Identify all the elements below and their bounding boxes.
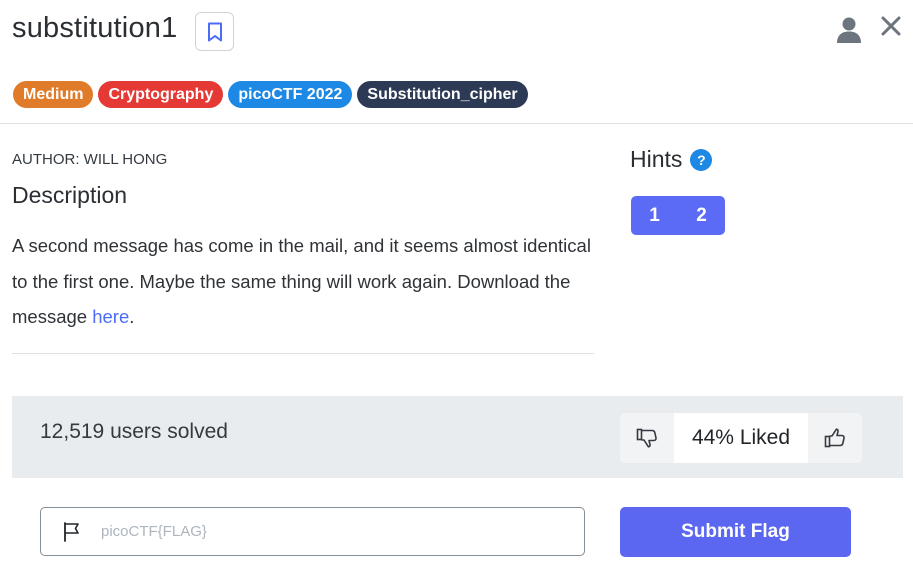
challenge-header: substitution1 Medium Cryptography picoCT… xyxy=(0,0,913,124)
divider xyxy=(12,353,594,354)
bookmark-button[interactable] xyxy=(195,12,234,51)
hint-buttons: 1 2 xyxy=(631,196,725,235)
thumbs-up-button[interactable] xyxy=(808,413,862,463)
tag-topic[interactable]: Substitution_cipher xyxy=(357,81,528,108)
tag-difficulty[interactable]: Medium xyxy=(13,81,94,108)
hints-heading: Hints ? xyxy=(630,146,713,173)
tag-list: Medium Cryptography picoCTF 2022 Substit… xyxy=(13,81,528,108)
help-icon[interactable]: ? xyxy=(690,148,713,171)
liked-percentage: 44% Liked xyxy=(674,413,808,463)
description-end: . xyxy=(129,306,135,327)
bookmark-icon xyxy=(207,22,222,41)
stats-bar: 12,519 users solved 44% Liked xyxy=(12,396,903,478)
solved-count: 12,519 users solved xyxy=(40,420,228,443)
hint-button-1[interactable]: 1 xyxy=(631,196,678,235)
description-heading: Description xyxy=(12,182,128,208)
flag-input-wrapper xyxy=(40,507,585,556)
submit-flag-button[interactable]: Submit Flag xyxy=(620,507,851,557)
thumbs-down-icon xyxy=(636,428,657,448)
author-label: AUTHOR: WILL HONG xyxy=(12,151,168,168)
tag-category[interactable]: Cryptography xyxy=(98,81,224,108)
rating-group: 44% Liked xyxy=(620,413,862,463)
tag-event[interactable]: picoCTF 2022 xyxy=(228,81,353,108)
flag-input[interactable] xyxy=(101,523,541,540)
description-text: A second message has come in the mail, a… xyxy=(12,228,597,335)
close-icon[interactable] xyxy=(879,14,903,38)
download-link[interactable]: here xyxy=(92,306,129,327)
thumbs-up-icon xyxy=(824,428,845,448)
thumbs-down-button[interactable] xyxy=(620,413,674,463)
hints-label: Hints xyxy=(630,146,683,172)
flag-icon xyxy=(64,521,79,542)
challenge-title: substitution1 xyxy=(12,12,178,44)
hint-button-2[interactable]: 2 xyxy=(678,196,725,235)
user-icon[interactable] xyxy=(836,16,862,44)
